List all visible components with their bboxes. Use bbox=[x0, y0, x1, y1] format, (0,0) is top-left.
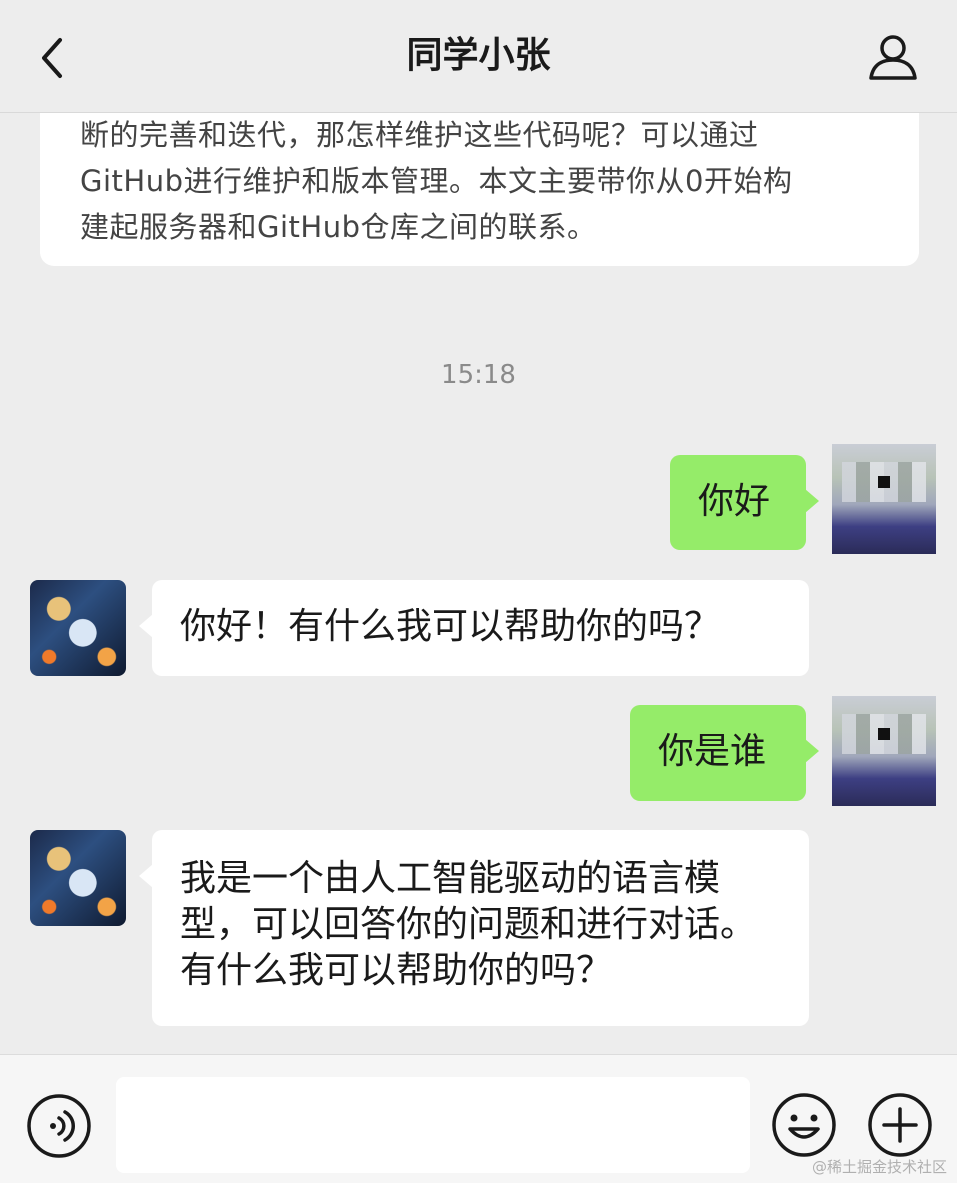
plus-icon bbox=[868, 1093, 932, 1157]
plus-button[interactable] bbox=[866, 1091, 934, 1159]
message-line: 有什么我可以帮助你的吗？ bbox=[180, 950, 613, 991]
user-avatar[interactable] bbox=[832, 444, 936, 554]
emoji-icon bbox=[772, 1093, 836, 1157]
message-text: 你好！有什么我可以帮助你的吗？ bbox=[180, 606, 721, 647]
emoji-button[interactable] bbox=[770, 1091, 838, 1159]
voice-icon bbox=[27, 1094, 91, 1158]
chat-messages[interactable]: 断的完善和迭代，那怎样维护这些代码呢？可以通过 GitHub进行维护和版本管理。… bbox=[0, 112, 957, 1054]
voice-button[interactable] bbox=[26, 1093, 92, 1159]
article-line-2: GitHub进行维护和版本管理。本文主要带你从0开始构 bbox=[80, 164, 793, 198]
message-line: 型，可以回答你的问题和进行对话。 bbox=[180, 904, 757, 945]
bot-avatar[interactable] bbox=[30, 580, 126, 676]
timestamp: 15:18 bbox=[441, 360, 516, 390]
user-avatar[interactable] bbox=[832, 696, 936, 806]
profile-button[interactable] bbox=[865, 30, 921, 86]
user-icon bbox=[869, 35, 917, 80]
message-line: 我是一个由人工智能驱动的语言模 bbox=[180, 858, 721, 899]
watermark: @稀土掘金技术社区 bbox=[811, 1158, 947, 1176]
message-input[interactable] bbox=[116, 1077, 750, 1173]
article-message-card[interactable]: 断的完善和迭代，那怎样维护这些代码呢？可以通过 GitHub进行维护和版本管理。… bbox=[40, 112, 919, 266]
message-text: 你是谁 bbox=[658, 731, 767, 772]
incoming-message-bubble[interactable]: 我是一个由人工智能驱动的语言模 型，可以回答你的问题和进行对话。 有什么我可以帮… bbox=[139, 830, 809, 1026]
article-line-1: 断的完善和迭代，那怎样维护这些代码呢？可以通过 bbox=[80, 118, 759, 152]
outgoing-message-bubble[interactable]: 你是谁 bbox=[630, 705, 819, 801]
article-line-3: 建起服务器和GitHub仓库之间的联系。 bbox=[80, 210, 597, 244]
input-bar: @稀土掘金技术社区 bbox=[0, 1054, 957, 1183]
outgoing-message-bubble[interactable]: 你好 bbox=[670, 455, 819, 550]
incoming-message-bubble[interactable]: 你好！有什么我可以帮助你的吗？ bbox=[139, 580, 809, 676]
message-text: 你好 bbox=[698, 481, 771, 522]
bot-avatar[interactable] bbox=[30, 830, 126, 926]
chat-title: 同学小张 bbox=[406, 35, 551, 76]
chat-header: 同学小张 bbox=[0, 0, 957, 113]
